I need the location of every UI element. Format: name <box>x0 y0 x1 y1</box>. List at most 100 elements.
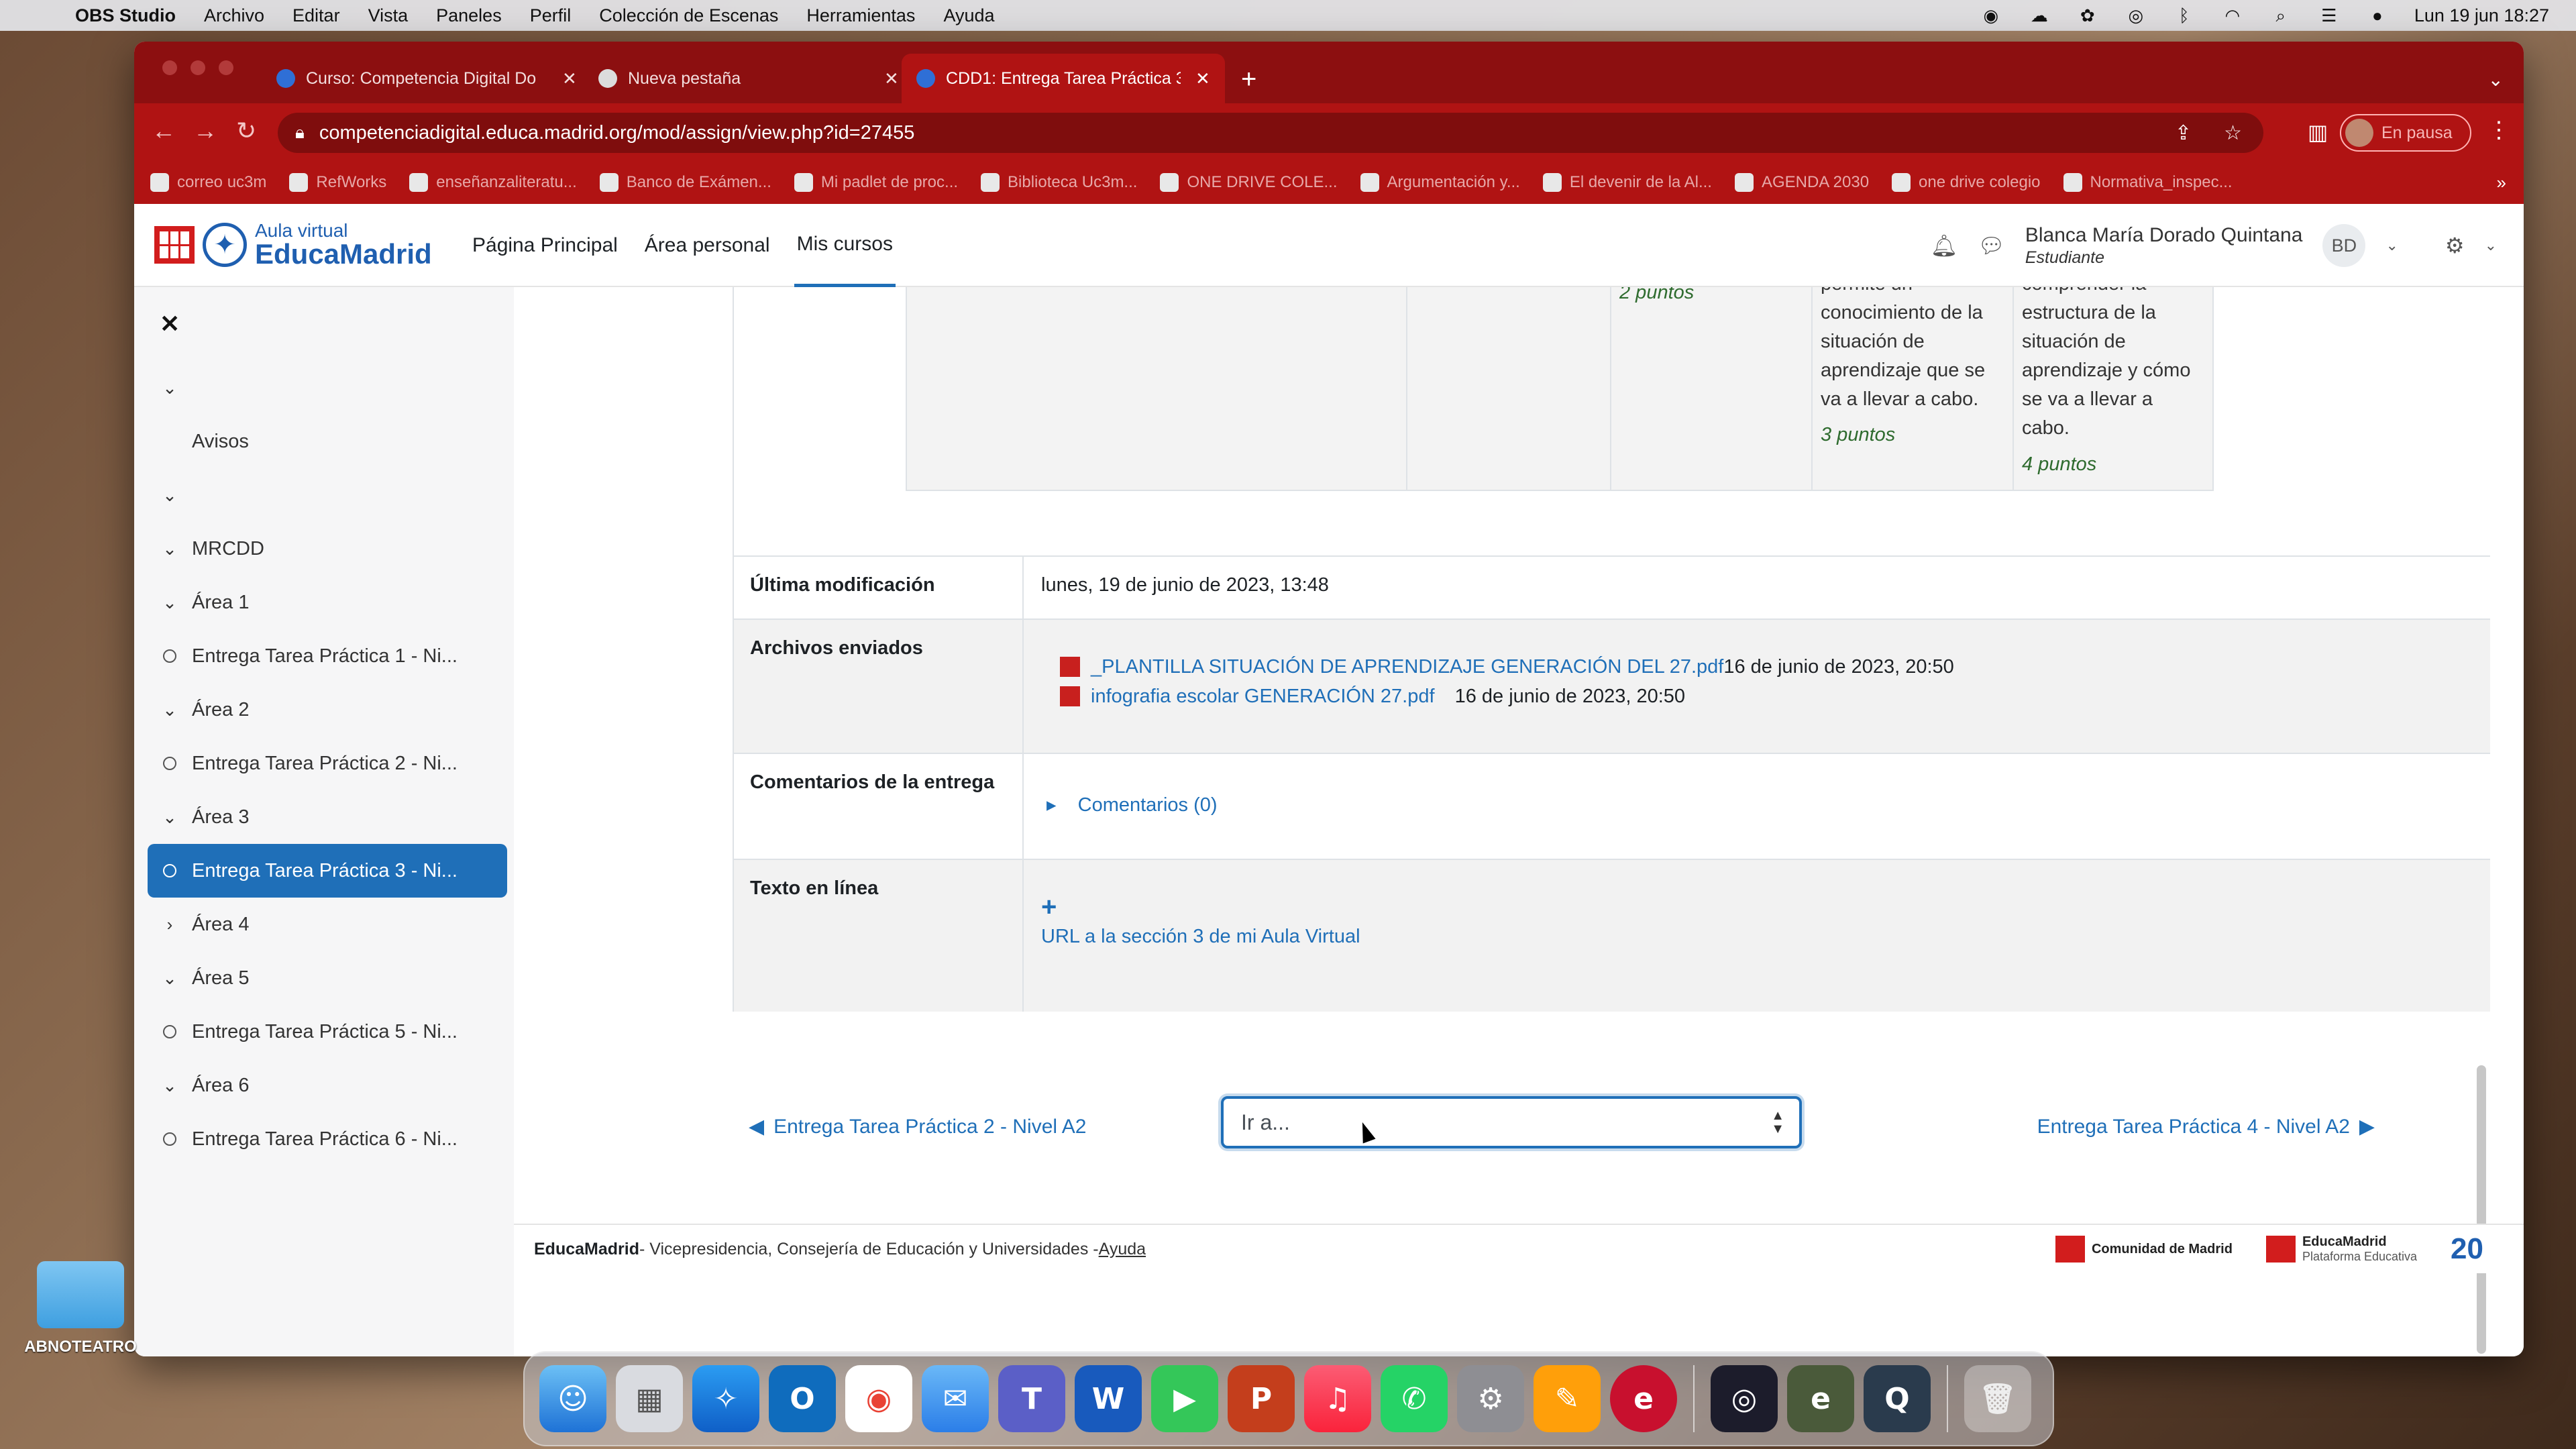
wifi-icon[interactable]: ◠ <box>2221 5 2244 25</box>
file-link[interactable]: _PLANTILLA SITUACIÓN DE APRENDIZAJE GENE… <box>1091 656 1723 678</box>
profile-button[interactable]: En pausa <box>2340 114 2471 152</box>
music-icon[interactable]: ♫ <box>1304 1365 1371 1432</box>
tab-curso[interactable]: Curso: Competencia Digital Do ✕ <box>262 54 592 103</box>
nav-area-personal[interactable]: Área personal <box>642 204 773 287</box>
menu-perfil[interactable]: Perfil <box>530 5 572 26</box>
menu-paneles[interactable]: Paneles <box>436 5 502 26</box>
pages-icon[interactable]: ✎ <box>1534 1365 1601 1432</box>
system-settings-icon[interactable]: ⚙ <box>1457 1365 1524 1432</box>
drawer-item[interactable]: ⌄ Área 2 <box>148 683 507 737</box>
nav-pagina-principal[interactable]: Página Principal <box>470 204 621 287</box>
activity-circle-icon[interactable] <box>148 757 192 770</box>
nav-mis-cursos[interactable]: Mis cursos <box>794 204 896 287</box>
safari-icon[interactable]: ✧ <box>692 1365 759 1432</box>
drawer-item[interactable]: Entrega Tarea Práctica 6 - Ni... <box>148 1112 507 1166</box>
menu-vista[interactable]: Vista <box>368 5 409 26</box>
paw-icon[interactable]: ✿ <box>2076 5 2099 25</box>
bookmark-item[interactable]: Argumentación y... <box>1360 173 1520 192</box>
aula-virtual-url-link[interactable]: URL a la sección 3 de mi Aula Virtual <box>1041 926 2490 948</box>
new-tab-plus-icon[interactable]: + <box>1241 66 1256 93</box>
drawer-item[interactable]: ⌄ <box>148 468 507 522</box>
address-bar[interactable]: 🔒︎ competenciadigital.educa.madrid.org/m… <box>278 113 2263 153</box>
bookmark-item[interactable]: Normativa_inspec... <box>2063 173 2233 192</box>
educamadrid-footer-logo[interactable]: EducaMadrid Plataforma Educativa <box>2265 1234 2417 1264</box>
educamadrid-app-icon[interactable]: e <box>1610 1365 1677 1432</box>
lock-icon[interactable]: 🔒︎ <box>295 122 305 144</box>
educamadrid-logo[interactable]: ✦ Aula virtual EducaMadrid <box>154 221 432 268</box>
control-center-icon[interactable]: ☰ <box>2318 5 2341 25</box>
desktop-folder[interactable]: ABNOTEATRO <box>20 1261 141 1356</box>
whatsapp-icon[interactable]: ✆ <box>1381 1365 1448 1432</box>
bookmark-item[interactable]: enseñanzaliteratu... <box>409 173 577 192</box>
powerpoint-icon[interactable]: P <box>1228 1365 1295 1432</box>
user-info[interactable]: Blanca María Dorado Quintana Estudiante <box>2025 223 2303 268</box>
bookmark-item[interactable]: AGENDA 2030 <box>1734 173 1869 192</box>
chevron-down-icon[interactable]: ⌄ <box>148 1075 192 1096</box>
back-arrow-icon[interactable]: ← <box>152 117 176 145</box>
drawer-item[interactable]: ⌄ <box>148 361 507 415</box>
anniversary-20-logo[interactable]: 20 <box>2451 1232 2483 1266</box>
finder-icon[interactable]: ☺ <box>539 1365 606 1432</box>
chevron-down-icon[interactable]: ⌄ <box>2485 237 2497 254</box>
chat-bubble-icon[interactable]: 💬︎ <box>1978 233 2005 258</box>
menu-coleccion-escenas[interactable]: Colección de Escenas <box>599 5 778 26</box>
bookmark-item[interactable]: Biblioteca Uc3m... <box>981 173 1137 192</box>
word-icon[interactable]: W <box>1075 1365 1142 1432</box>
mail-icon[interactable]: ✉ <box>922 1365 989 1432</box>
minimize-window-button[interactable] <box>191 60 205 75</box>
chevron-down-icon[interactable]: ⌄ <box>148 700 192 720</box>
comments-link[interactable]: Comentarios (0) <box>1078 794 1218 816</box>
bookmark-item[interactable]: El devenir de la Al... <box>1542 173 1712 192</box>
activity-circle-icon[interactable] <box>148 1132 192 1146</box>
comunidad-madrid-logo[interactable]: Comunidad de Madrid <box>2055 1236 2233 1263</box>
previous-activity-link[interactable]: ◀ Entrega Tarea Práctica 2 - Nivel A2 <box>749 1115 1086 1138</box>
caret-right-icon[interactable]: ▸ <box>1046 794 1057 816</box>
launchpad-icon[interactable]: ▦ <box>616 1365 683 1432</box>
menubar-clock[interactable]: Lun 19 jun 18:27 <box>2414 5 2549 26</box>
facetime-icon[interactable]: ▶ <box>1151 1365 1218 1432</box>
jump-to-select[interactable]: Ir a... ▲ ▼ <box>1221 1096 1802 1148</box>
drawer-item[interactable]: Entrega Tarea Práctica 5 - Ni... <box>148 1005 507 1059</box>
bookmark-item[interactable]: correo uc3m <box>150 173 266 192</box>
chevron-down-icon[interactable]: ⌄ <box>148 592 192 613</box>
drawer-item[interactable]: ⌄ Área 6 <box>148 1059 507 1112</box>
forward-arrow-icon[interactable]: → <box>193 117 217 145</box>
menu-herramientas[interactable]: Herramientas <box>806 5 915 26</box>
bell-icon[interactable]: 🔔︎ <box>1931 233 1958 258</box>
trash-icon[interactable]: 🗑︎ <box>1964 1365 2031 1432</box>
close-window-button[interactable] <box>162 60 177 75</box>
menu-ayuda[interactable]: Ayuda <box>943 5 994 26</box>
chevron-down-icon[interactable]: ⌄ <box>148 807 192 828</box>
bookmark-item[interactable]: one drive colegio <box>1892 173 2041 192</box>
chevron-down-icon[interactable]: ⌄ <box>148 485 192 506</box>
chevron-down-icon[interactable]: ⌄ <box>148 968 192 989</box>
reload-icon[interactable]: ↻ <box>236 117 256 145</box>
drawer-item[interactable]: Entrega Tarea Práctica 2 - Ni... <box>148 737 507 790</box>
spotlight-search-icon[interactable]: ⌕ <box>2269 5 2292 25</box>
activity-circle-icon[interactable] <box>148 864 192 877</box>
settings-gear-icon[interactable]: ⚙ <box>2445 233 2465 258</box>
side-panel-icon[interactable]: ▥ <box>2308 119 2328 145</box>
share-icon[interactable]: ⇪ <box>2175 121 2192 145</box>
siri-icon[interactable]: ● <box>2366 5 2389 25</box>
file-link[interactable]: infografia escolar GENERACIÓN 27.pdf <box>1091 686 1435 708</box>
bookmark-star-icon[interactable]: ☆ <box>2224 121 2242 145</box>
close-tab-icon[interactable]: ✕ <box>562 68 577 89</box>
menu-app-name[interactable]: OBS Studio <box>75 5 176 26</box>
bookmark-item[interactable]: Mi padlet de proc... <box>794 173 958 192</box>
drawer-item[interactable]: ⌄ Área 1 <box>148 576 507 629</box>
drawer-item[interactable]: ⌄ Área 3 <box>148 790 507 844</box>
more-bookmarks-icon[interactable]: » <box>2497 172 2506 193</box>
drawer-item[interactable]: Entrega Tarea Práctica 3 - Ni... <box>148 844 507 898</box>
zoom-window-button[interactable] <box>219 60 233 75</box>
chevron-down-icon[interactable]: ⌄ <box>148 539 192 559</box>
outlook-icon[interactable]: O <box>769 1365 836 1432</box>
bookmark-item[interactable]: Banco de Exámen... <box>599 173 771 192</box>
drawer-item[interactable]: ⌄ MRCDD <box>148 522 507 576</box>
close-tab-icon[interactable]: ✕ <box>884 68 899 89</box>
chevron-down-icon[interactable]: ⌄ <box>2385 237 2398 254</box>
drawer-item[interactable]: › Área 4 <box>148 898 507 951</box>
menu-editar[interactable]: Editar <box>292 5 340 26</box>
activity-circle-icon[interactable] <box>148 1025 192 1038</box>
tab-entrega-tarea[interactable]: CDD1: Entrega Tarea Práctica 3 ✕ <box>902 54 1225 103</box>
